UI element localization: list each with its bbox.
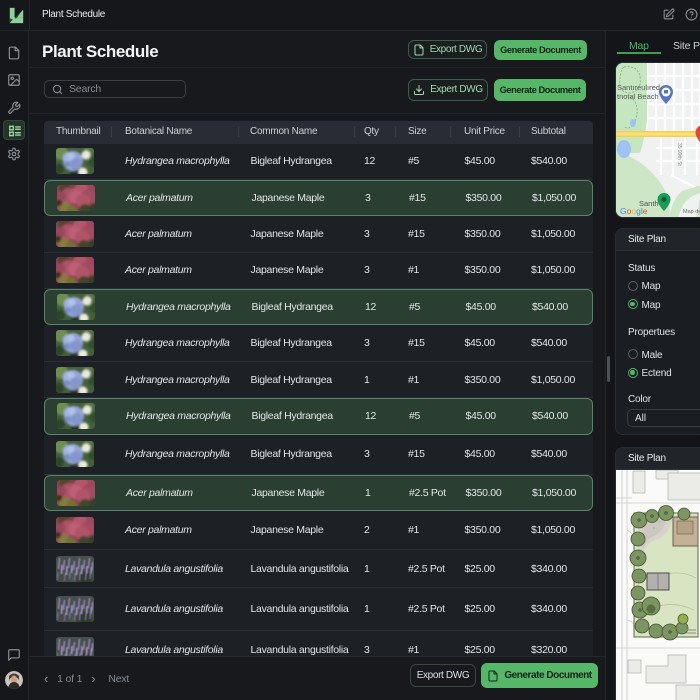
svg-text:35 99th St: 35 99th St	[676, 143, 682, 166]
svg-text:Santıreulıred: Santıreulıred	[617, 83, 660, 92]
svg-text:Map de: Map de	[683, 209, 700, 215]
svg-text:tnotal Beach: tnotal Beach	[617, 92, 659, 101]
svg-text:Google: Google	[620, 206, 648, 216]
